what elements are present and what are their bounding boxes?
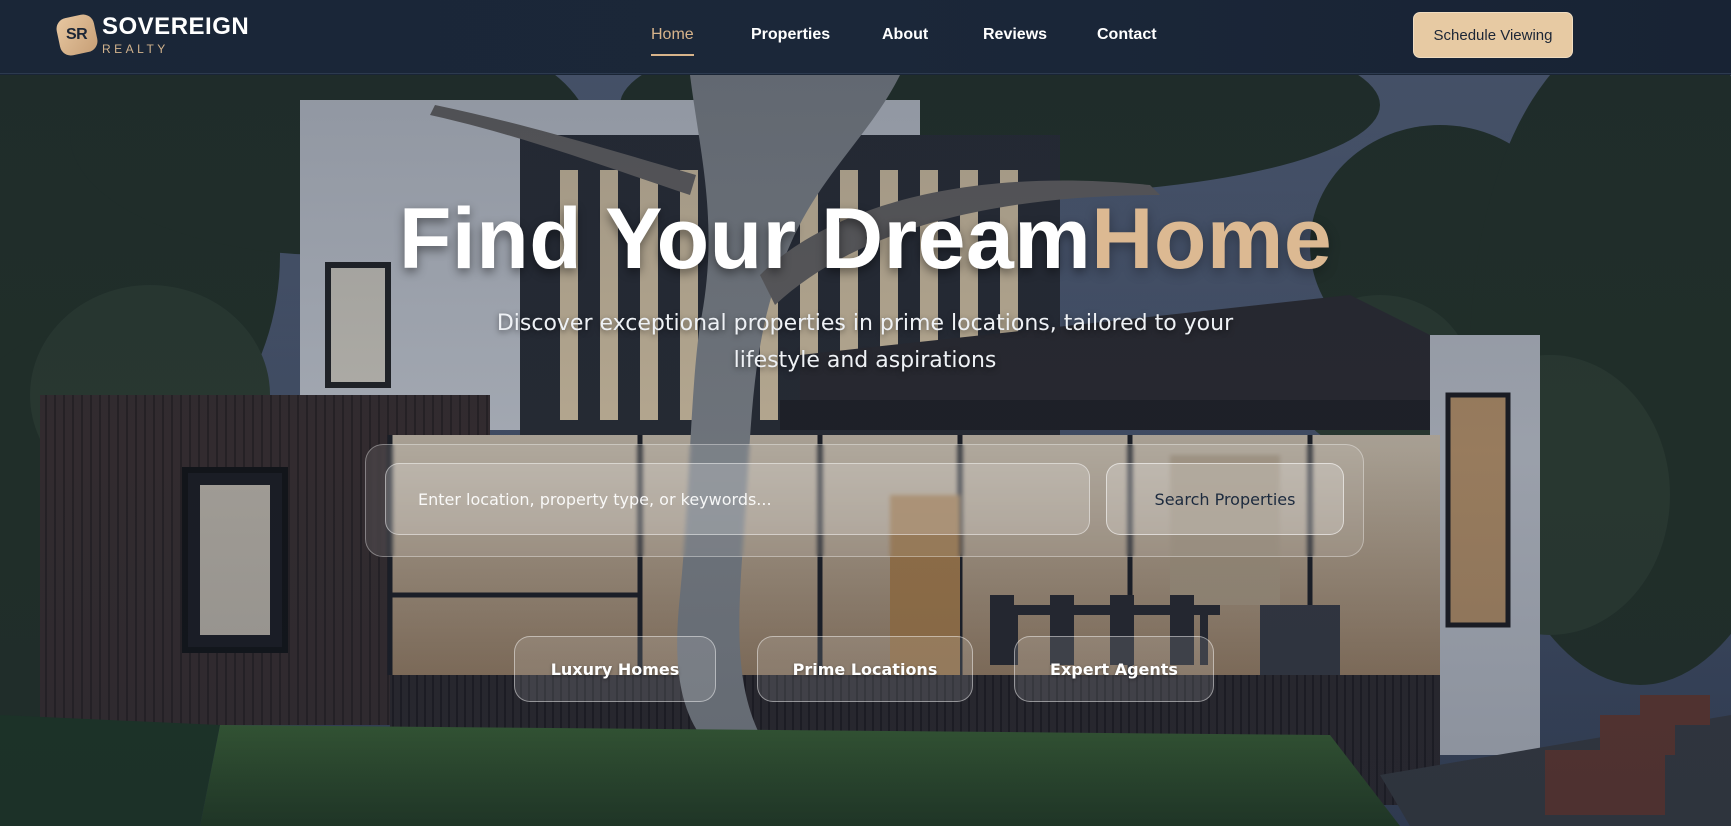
feature-pill-expert-agents[interactable]: Expert Agents <box>1014 636 1214 702</box>
headline-accent-text: Home <box>1091 191 1333 287</box>
nav-item-label: Reviews <box>983 26 1048 43</box>
search-input[interactable] <box>385 463 1090 535</box>
hero-subheading: Discover exceptional properties in prime… <box>496 311 1234 373</box>
nav-item-about[interactable]: About <box>882 26 928 44</box>
nav-item-label: About <box>882 26 929 43</box>
nav-item-label: Home <box>651 26 694 43</box>
nav-item-properties[interactable]: Properties <box>751 26 830 44</box>
search-panel: Search Properties <box>365 444 1364 557</box>
feature-pill-luxury-homes[interactable]: Luxury Homes <box>514 636 716 702</box>
headline-main-text: Find Your Dream <box>398 191 1092 287</box>
schedule-viewing-button[interactable]: Schedule Viewing <box>1413 12 1573 58</box>
nav-item-contact[interactable]: Contact <box>1097 26 1157 44</box>
active-nav-indicator <box>651 54 694 56</box>
feature-pill-prime-locations[interactable]: Prime Locations <box>757 636 973 702</box>
nav-item-home[interactable]: Home <box>651 26 694 56</box>
nav-item-reviews[interactable]: Reviews <box>983 26 1047 44</box>
site-header: SR SOVEREIGN REALTY Home Properties Abou… <box>0 0 1731 74</box>
nav-item-label: Contact <box>1097 26 1157 43</box>
search-properties-button[interactable]: Search Properties <box>1106 463 1344 535</box>
hero-headline: Find Your DreamHome <box>0 190 1731 289</box>
nav-item-label: Properties <box>751 26 831 43</box>
hero-section: Find Your DreamHome Discover exceptional… <box>0 75 1731 826</box>
